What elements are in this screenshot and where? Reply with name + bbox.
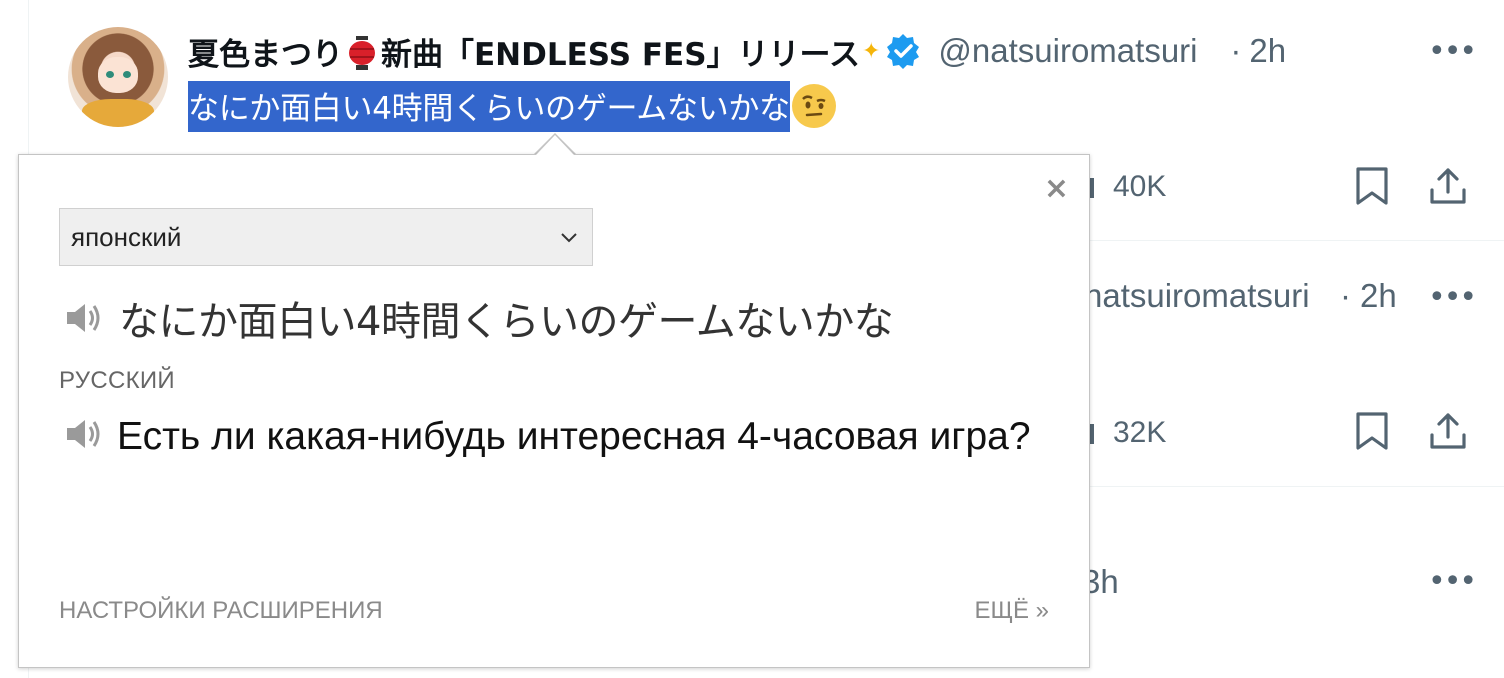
views-icon [1090,178,1094,198]
speaker-icon[interactable] [65,301,103,335]
avatar-eye [123,71,131,78]
sparkles-icon: ✦ [861,38,881,64]
translation-text: Есть ли какая-нибудь интересная 4-часова… [117,415,1031,458]
tweet-time[interactable]: 2h [1360,277,1397,315]
views-count[interactable]: 32K [1113,416,1166,450]
more-options-icon[interactable]: ••• [1428,564,1477,599]
bookmark-icon[interactable] [1352,411,1392,451]
raised-eyebrow-emoji-icon [791,84,836,128]
source-text: なにか面白い4時間くらいのゲームないかな [119,299,894,345]
tweet-time[interactable]: 2h [1249,32,1286,70]
share-icon[interactable] [1428,411,1468,451]
source-language-value: японский [71,221,182,252]
display-name-suffix[interactable]: 新曲「ENDLESS FES」リリース [381,29,860,74]
views-icon [1090,424,1094,444]
display-name[interactable]: 夏色まつり [188,29,343,74]
avatar-outfit [82,99,154,127]
avatar-eye [106,71,114,78]
tweet-header: 夏色まつり 新曲「ENDLESS FES」リリース ✦ @natsuiromat… [188,28,1286,74]
chevron-down-icon [561,233,577,243]
lantern-icon [349,36,375,70]
share-icon[interactable] [1428,166,1468,206]
translate-popup: × японский なにか面白い4時間くらいのゲームないかな РУССКИЙ … [18,154,1090,668]
user-handle[interactable]: @natsuiromatsuri [938,32,1224,70]
separator-dot: · [1340,277,1351,314]
target-language-label: РУССКИЙ [59,367,175,394]
avatar-face [98,57,138,93]
source-language-select[interactable]: японский [59,208,593,266]
separator-dot: · [1230,32,1242,69]
tweet-text: なにか面白い4時間くらいのゲームないかな [188,80,836,132]
verified-badge-icon[interactable] [884,32,922,70]
views-count[interactable]: 40K [1113,170,1166,204]
more-link[interactable]: ЕЩЁ » [974,597,1049,625]
more-options-icon[interactable]: ••• [1428,34,1477,69]
user-handle[interactable]: natsuiromatsuri [1084,277,1330,315]
selected-text[interactable]: なにか面白い4時間くらいのゲームないかな [188,80,790,132]
more-options-icon[interactable]: ••• [1428,280,1477,315]
popup-pointer-fill [536,135,574,155]
avatar[interactable] [68,27,168,127]
extension-settings-link[interactable]: НАСТРОЙКИ РАСШИРЕНИЯ [59,597,383,625]
close-icon[interactable]: × [1044,171,1069,206]
bookmark-icon[interactable] [1352,166,1392,206]
